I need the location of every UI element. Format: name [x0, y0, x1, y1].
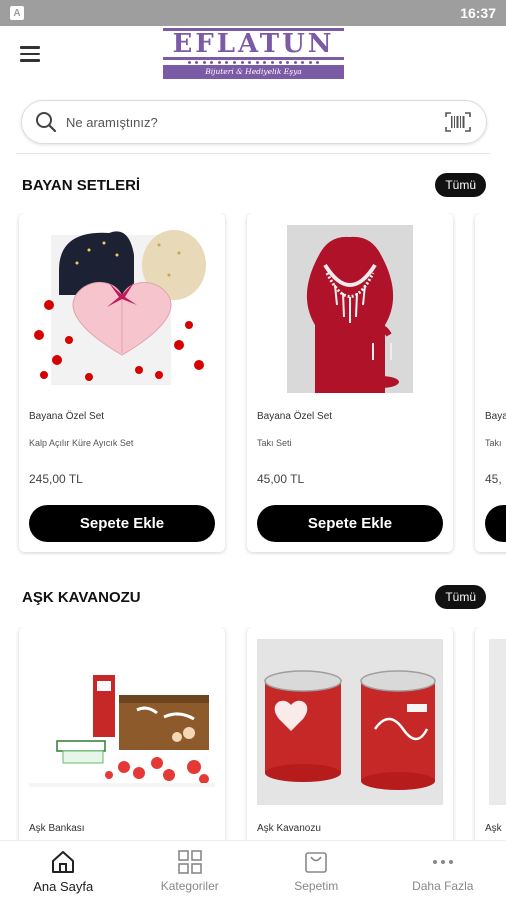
- product-row-bayan-setleri: Bayana Özel Set Kalp Açılır Küre Ayıcık …: [0, 213, 506, 555]
- barcode-scan-icon[interactable]: [444, 110, 472, 134]
- status-time: 16:37: [460, 5, 496, 21]
- product-price: 45,00 TL: [257, 472, 305, 486]
- search-icon: [36, 112, 57, 133]
- product-name: Kalp Açılır Küre Ayıcık Set: [29, 438, 134, 448]
- nav-home-label: Ana Sayfa: [33, 878, 94, 894]
- nav-cart[interactable]: Sepetim: [253, 841, 380, 900]
- status-bar: A 16:37: [0, 0, 506, 26]
- search-input[interactable]: [66, 114, 444, 130]
- more-icon: [432, 860, 453, 864]
- bottom-navigation: Ana Sayfa Kategoriler Sepetim Daha Fazla: [0, 840, 506, 900]
- app-notification-icon: A: [10, 6, 24, 20]
- product-image-love-jar[interactable]: [257, 639, 443, 805]
- home-icon: [52, 850, 75, 873]
- hamburger-menu-icon[interactable]: [20, 46, 40, 62]
- product-image-love-bank[interactable]: [29, 655, 215, 787]
- section-header-bayan-setleri: BAYAN SETLERİ Tümü: [22, 171, 486, 199]
- see-all-button[interactable]: Tümü: [435, 173, 486, 197]
- product-image[interactable]: [489, 639, 506, 805]
- grid-icon: [177, 850, 202, 874]
- product-category: Baya: [485, 411, 506, 422]
- header-divider: [16, 153, 490, 154]
- product-card[interactable]: Aşk: [475, 627, 506, 840]
- see-all-button[interactable]: Tümü: [435, 585, 486, 609]
- add-to-cart-button[interactable]: Sepete Ekle: [29, 505, 215, 542]
- section-title: BAYAN SETLERİ: [22, 176, 141, 194]
- nav-home[interactable]: Ana Sayfa: [0, 841, 127, 900]
- product-price: 245,00 TL: [29, 472, 83, 486]
- section-title: AŞK KAVANOZU: [22, 588, 141, 606]
- nav-categories[interactable]: Kategoriler: [127, 841, 254, 900]
- product-category: Bayana Özel Set: [257, 411, 333, 422]
- add-to-cart-button[interactable]: [485, 505, 506, 542]
- section-header-ask-kavanozu: AŞK KAVANOZU Tümü: [22, 583, 486, 611]
- logo-subtitle: Bijuteri & Hediyelik Eşya: [163, 65, 344, 79]
- product-image-jewelry-set[interactable]: [257, 225, 443, 393]
- product-category: Aşk: [485, 823, 502, 834]
- nav-cart-label: Sepetim: [294, 879, 339, 893]
- product-category: Aşk Bankası: [29, 823, 85, 834]
- nav-more[interactable]: Daha Fazla: [380, 841, 506, 900]
- nav-categories-label: Kategoriler: [160, 879, 219, 893]
- search-bar[interactable]: [21, 100, 487, 144]
- product-name: Takı Seti: [257, 438, 292, 448]
- product-image-heart-box[interactable]: [29, 225, 215, 393]
- logo-title: EFLATUN: [163, 28, 344, 60]
- product-category: Aşk Kavanozu: [257, 823, 321, 834]
- product-card[interactable]: Bayana Özel Set Kalp Açılır Küre Ayıcık …: [19, 213, 225, 552]
- product-card[interactable]: Bayana Özel Set Takı Seti 45,00 TL Sepet…: [247, 213, 453, 552]
- product-card[interactable]: Aşk Kavanozu: [247, 627, 453, 840]
- add-to-cart-button[interactable]: Sepete Ekle: [257, 505, 443, 542]
- app-header: EFLATUN Bijuteri & Hediyelik Eşya: [0, 26, 506, 92]
- product-card[interactable]: Aşk Bankası: [19, 627, 225, 840]
- brand-logo[interactable]: EFLATUN Bijuteri & Hediyelik Eşya: [163, 28, 344, 82]
- product-category: Bayana Özel Set: [29, 411, 105, 422]
- nav-more-label: Daha Fazla: [412, 879, 474, 893]
- product-card[interactable]: Baya Takı 45,: [475, 213, 506, 552]
- product-price: 45,: [485, 472, 502, 486]
- product-row-ask-kavanozu: Aşk Bankası Aşk Kavanozu Aşk: [0, 627, 506, 840]
- bag-icon: [305, 852, 328, 873]
- product-name: Takı: [485, 438, 502, 448]
